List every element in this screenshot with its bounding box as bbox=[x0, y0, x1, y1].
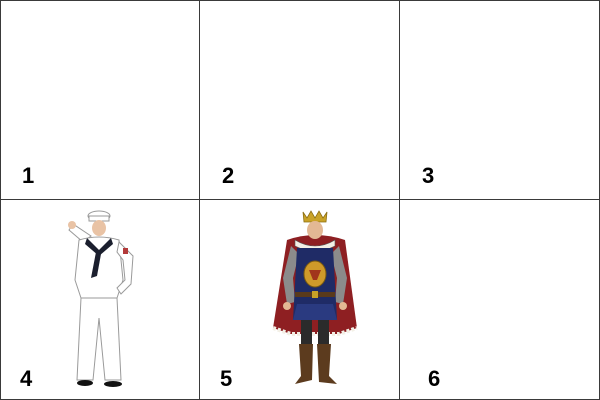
grid-cell-6[interactable]: 6 bbox=[400, 200, 600, 400]
grid-cell-2[interactable]: 2 bbox=[200, 0, 400, 200]
grid-cell-3[interactable]: 3 bbox=[400, 0, 600, 200]
grid-divider-vertical-2 bbox=[399, 0, 400, 400]
sailor-costume-image bbox=[68, 210, 134, 387]
cell-number: 5 bbox=[220, 366, 233, 391]
cell-number: 4 bbox=[20, 366, 33, 391]
king-costume-image bbox=[272, 210, 358, 384]
grid-border-top bbox=[0, 0, 600, 1]
grid-cell-5[interactable]: 5 bbox=[200, 200, 400, 400]
cell-number: 2 bbox=[222, 163, 235, 188]
cell-number: 6 bbox=[428, 366, 441, 391]
numbered-grid: 1 2 3 4 5 6 bbox=[0, 0, 600, 400]
cell-number: 1 bbox=[22, 163, 35, 188]
grid-divider-vertical-1 bbox=[199, 0, 200, 400]
cell-number: 3 bbox=[422, 163, 435, 188]
grid-divider-horizontal bbox=[0, 199, 600, 200]
grid-border-left bbox=[0, 0, 1, 400]
grid-cell-1[interactable]: 1 bbox=[0, 0, 200, 200]
grid-cell-4[interactable]: 4 bbox=[0, 200, 200, 400]
